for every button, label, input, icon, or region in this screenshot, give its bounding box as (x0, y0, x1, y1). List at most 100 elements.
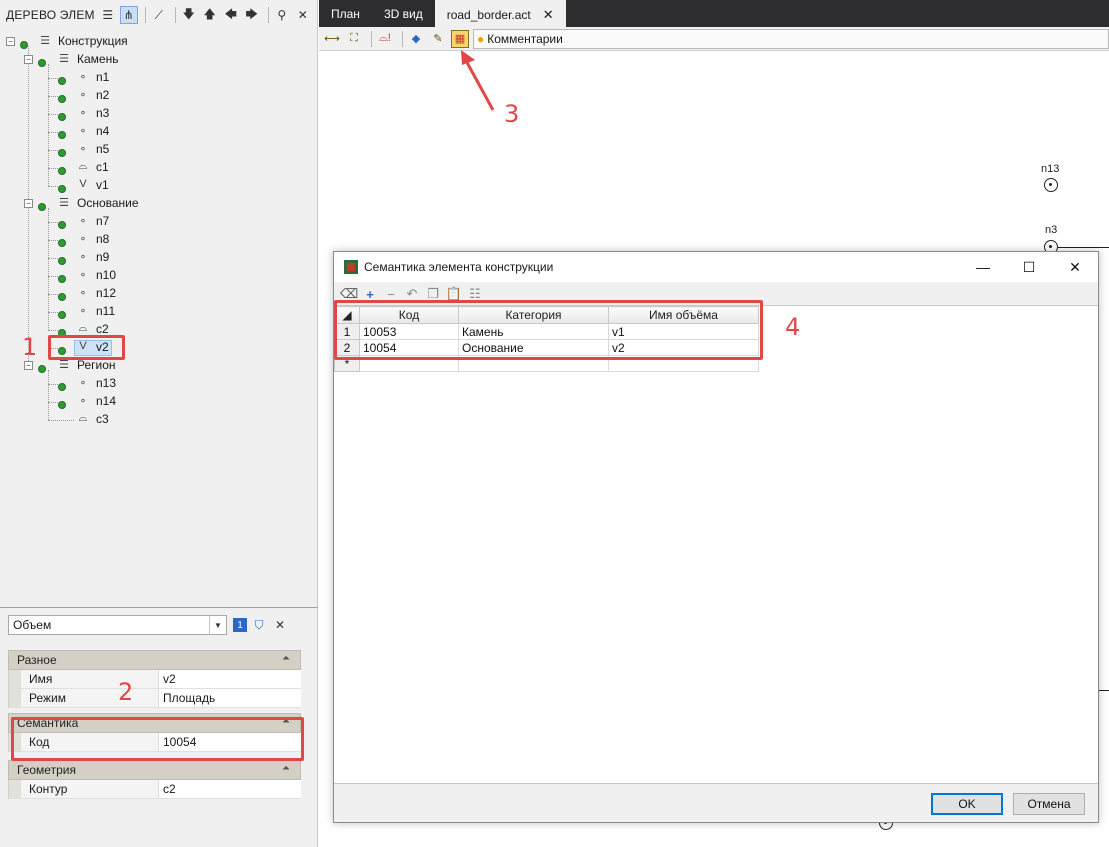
property-group-misc[interactable]: Разное ⏶ (8, 650, 301, 670)
property-group-geometry[interactable]: Геометрия ⏶ (8, 760, 301, 780)
visible-check-icon[interactable] (58, 221, 66, 229)
tree-node-n3[interactable]: ∘ n3 (0, 105, 318, 123)
tree-node-n9[interactable]: ∘ n9 (0, 249, 318, 267)
tree-node-n11[interactable]: ∘ n11 (0, 303, 318, 321)
tree-node-v1[interactable]: V v1 (0, 177, 318, 195)
tree-node-label: n2 (96, 88, 110, 102)
panel-splitter[interactable] (0, 607, 318, 608)
tree-node-label: n8 (96, 232, 110, 246)
visible-check-icon[interactable] (58, 167, 66, 175)
point-icon: ∘ (79, 125, 87, 137)
visible-check-icon[interactable] (58, 383, 66, 391)
tree-node-region[interactable]: − ☰ Регион (0, 357, 318, 375)
tree-node-n14[interactable]: ∘ n14 (0, 393, 318, 411)
semantics-icon[interactable]: ▦ (451, 29, 469, 48)
tree-view-icon[interactable]: ⋔ (119, 6, 138, 24)
collapse-up-icon[interactable]: ⏶ (282, 763, 290, 774)
arrow-up-icon[interactable]: 🡅 (201, 6, 219, 24)
annotation-box-4 (334, 300, 763, 360)
filter-icon[interactable]: ⛉ (250, 616, 268, 634)
tree-node-n5[interactable]: ∘ n5 (0, 141, 318, 159)
dialog-title-bar[interactable]: Семантика элемента конструкции — ☐ ✕ (334, 252, 1098, 282)
visible-check-icon[interactable] (58, 293, 66, 301)
tree-node-kamen[interactable]: − ☰ Камень (0, 51, 318, 69)
measure-horizontal-icon[interactable]: ⟷ (323, 30, 341, 48)
collapse-icon[interactable]: − (24, 199, 33, 208)
object-type-combo[interactable]: Объем ▼ (8, 615, 227, 635)
contour-warning-icon[interactable]: ⌓! (376, 30, 394, 48)
close-icon[interactable]: ✕ (1052, 252, 1098, 282)
visible-check-icon[interactable] (58, 275, 66, 283)
visible-check-icon[interactable] (38, 59, 46, 67)
minimize-icon[interactable]: — (960, 252, 1006, 282)
list-view-icon[interactable]: ☰ (99, 6, 117, 24)
visible-check-icon[interactable] (58, 401, 66, 409)
measure-area-icon[interactable]: ⛶ (345, 30, 363, 48)
point-icon: ∘ (79, 269, 87, 281)
tree-node-n7[interactable]: ∘ n7 (0, 213, 318, 231)
visible-check-icon[interactable] (58, 257, 66, 265)
property-group-title: Разное (17, 653, 57, 667)
collapse-up-icon[interactable]: ⏶ (282, 653, 290, 664)
tree-node-n8[interactable]: ∘ n8 (0, 231, 318, 249)
close-icon[interactable]: ✕ (271, 616, 289, 634)
search-icon[interactable]: ⚲ (273, 6, 291, 24)
visible-check-icon[interactable] (58, 77, 66, 85)
visible-check-icon[interactable] (58, 311, 66, 319)
collapse-icon[interactable]: − (24, 55, 33, 64)
close-icon[interactable]: ✕ (543, 7, 554, 23)
tab-3d-view[interactable]: 3D вид (372, 0, 435, 27)
annotation-number: 1 (22, 333, 38, 361)
arrow-down-icon[interactable]: 🡇 (180, 6, 198, 24)
visible-check-icon[interactable] (58, 149, 66, 157)
close-icon[interactable]: ✕ (294, 6, 312, 24)
property-row[interactable]: Контур c2 (8, 780, 301, 799)
tree-node-label: c1 (96, 160, 109, 174)
tree-node-n10[interactable]: ∘ n10 (0, 267, 318, 285)
visible-check-icon[interactable] (58, 113, 66, 121)
visible-check-icon[interactable] (58, 239, 66, 247)
toolbar-separator (174, 7, 176, 23)
visible-check-icon[interactable] (58, 131, 66, 139)
tree-node-osnovanie[interactable]: − ☰ Основание (0, 195, 318, 213)
tab-road-border[interactable]: road_border.act ✕ (434, 0, 566, 27)
property-value[interactable]: Площадь (159, 689, 301, 708)
tree-node-n13[interactable]: ∘ n13 (0, 375, 318, 393)
cancel-button[interactable]: Отмена (1013, 793, 1085, 815)
visible-check-icon[interactable] (20, 41, 28, 49)
visible-check-icon[interactable] (38, 365, 46, 373)
tree-node-c3[interactable]: ⌓ c3 (0, 411, 318, 429)
sort-icon[interactable]: 1 (233, 618, 247, 632)
diamond-icon[interactable]: ◆ (407, 30, 425, 48)
chevron-down-icon[interactable]: ▼ (209, 616, 226, 634)
arrow-left-icon[interactable]: 🡄 (222, 6, 240, 24)
property-value[interactable]: v2 (159, 670, 301, 689)
collapse-icon[interactable]: − (6, 37, 15, 46)
tab-plan[interactable]: План (319, 0, 372, 27)
edit-curve-icon[interactable]: ⟋ (150, 6, 168, 24)
collapse-icon[interactable]: − (24, 361, 33, 370)
maximize-icon[interactable]: ☐ (1006, 252, 1052, 282)
tree-node-construction[interactable]: − ☰ Конструкция (0, 33, 318, 51)
visible-check-icon[interactable] (58, 185, 66, 193)
comments-button[interactable]: ● Комментарии (473, 28, 1109, 49)
tree-node-n12[interactable]: ∘ n12 (0, 285, 318, 303)
property-value[interactable]: c2 (159, 780, 301, 799)
element-tree[interactable]: − ☰ Конструкция − ☰ Камень ∘ n1 ∘ n2 ∘ n… (0, 33, 318, 433)
visible-check-icon[interactable] (58, 95, 66, 103)
tree-connector (48, 312, 58, 313)
semantics-grid-area[interactable]: ◢ Код Категория Имя объёма 1 10053 Камен… (334, 305, 1098, 784)
visible-check-icon[interactable] (38, 203, 46, 211)
tree-node-n1[interactable]: ∘ n1 (0, 69, 318, 87)
edit-properties-icon[interactable]: ✎ (429, 30, 447, 48)
ok-button[interactable]: OK (931, 793, 1003, 815)
contour-icon: ⌓ (78, 412, 88, 424)
tree-node-n2[interactable]: ∘ n2 (0, 87, 318, 105)
tree-node-n4[interactable]: ∘ n4 (0, 123, 318, 141)
property-row[interactable]: Режим Площадь (8, 689, 301, 708)
property-row[interactable]: Имя v2 (8, 670, 301, 689)
point-marker[interactable] (1044, 178, 1058, 192)
tree-node-c1[interactable]: ⌓ c1 (0, 159, 318, 177)
arrow-right-icon[interactable]: 🡆 (243, 6, 261, 24)
point-icon: ∘ (79, 305, 87, 317)
